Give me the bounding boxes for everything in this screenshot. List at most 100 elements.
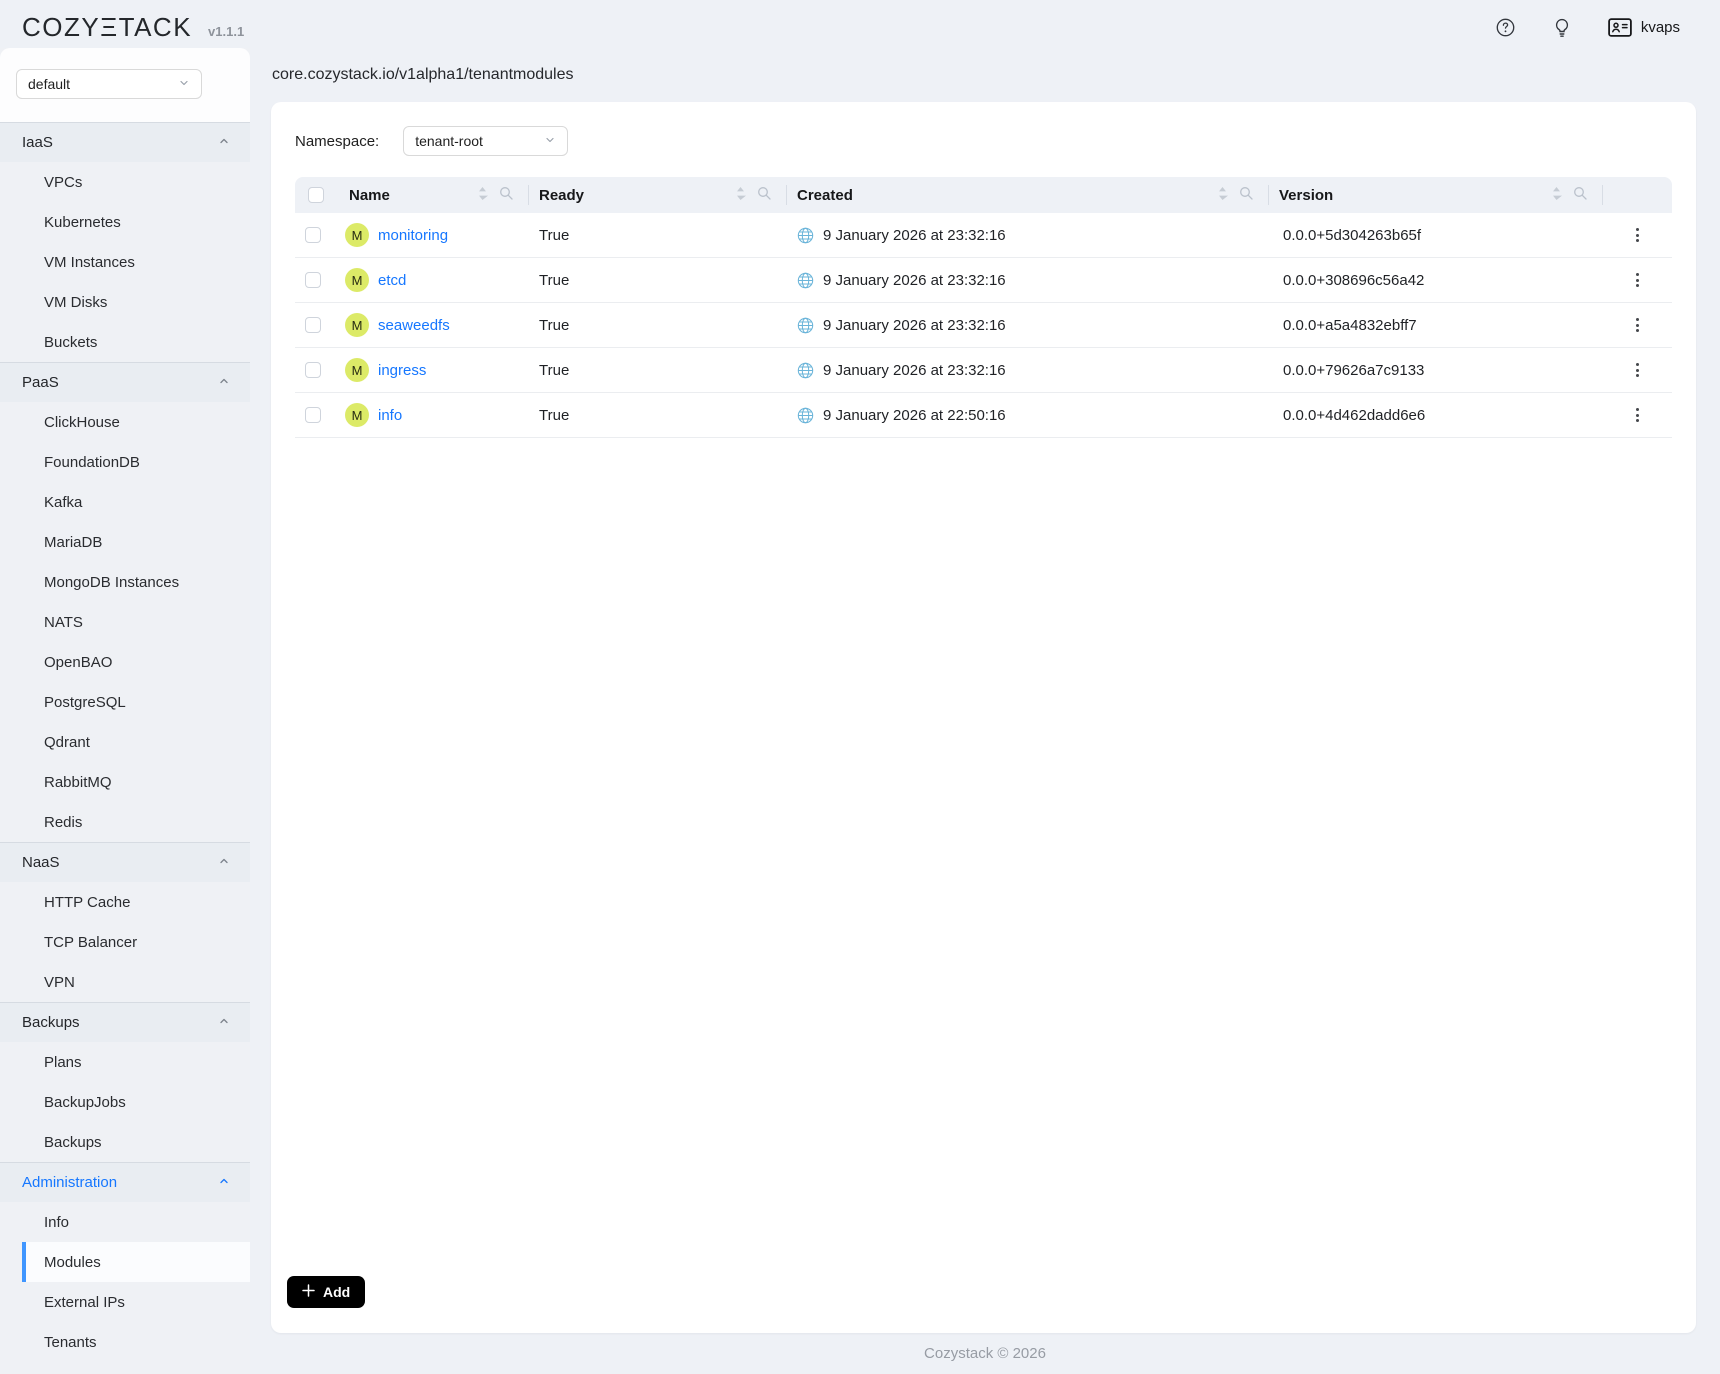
search-icon[interactable] xyxy=(499,186,513,204)
sidebar: default IaaS VPCs Kubernetes VM Instance… xyxy=(0,48,250,1374)
sidebar-item-http-cache[interactable]: HTTP Cache xyxy=(0,882,250,922)
created-value: 9 January 2026 at 23:32:16 xyxy=(823,272,1006,289)
sidebar-section-paas[interactable]: PaaS xyxy=(0,362,250,402)
search-icon[interactable] xyxy=(1239,186,1253,204)
kebab-menu-icon[interactable] xyxy=(1630,268,1645,292)
sidebar-item-vpcs[interactable]: VPCs xyxy=(0,162,250,202)
module-name-link[interactable]: ingress xyxy=(378,362,426,379)
user-menu[interactable]: kvaps xyxy=(1608,18,1680,37)
sidebar-section: IaaS VPCs Kubernetes VM Instances VM Dis… xyxy=(0,122,250,362)
sidebar-item-nats[interactable]: NATS xyxy=(0,602,250,642)
sidebar-item-redis[interactable]: Redis xyxy=(0,802,250,842)
cluster-select-value: default xyxy=(28,76,70,92)
sidebar-item-kubernetes[interactable]: Kubernetes xyxy=(0,202,250,242)
sidebar-item-plans[interactable]: Plans xyxy=(0,1042,250,1082)
column-header-name[interactable]: Name xyxy=(339,177,529,213)
sidebar-item-qdrant[interactable]: Qdrant xyxy=(0,722,250,762)
sidebar-item-postgresql[interactable]: PostgreSQL xyxy=(0,682,250,722)
row-checkbox-cell xyxy=(295,258,339,302)
sidebar-item-external-ips[interactable]: External IPs xyxy=(0,1282,250,1322)
module-name-link[interactable]: seaweedfs xyxy=(378,317,450,334)
row-checkbox[interactable] xyxy=(305,407,321,423)
kebab-menu-icon[interactable] xyxy=(1630,223,1645,247)
row-ready-cell: True xyxy=(529,258,787,302)
sidebar-item-openbao[interactable]: OpenBAO xyxy=(0,642,250,682)
column-header-version[interactable]: Version xyxy=(1269,177,1603,213)
footer: Cozystack © 2026 xyxy=(250,1333,1720,1374)
column-header-ready[interactable]: Ready xyxy=(529,177,787,213)
select-all-checkbox[interactable] xyxy=(308,187,324,203)
chevron-up-icon xyxy=(218,1174,230,1191)
bulb-icon[interactable] xyxy=(1552,17,1572,38)
sidebar-item-buckets[interactable]: Buckets xyxy=(0,322,250,362)
sort-icon[interactable] xyxy=(735,186,746,205)
kebab-menu-icon[interactable] xyxy=(1630,313,1645,337)
sidebar-item-label: BackupJobs xyxy=(44,1094,126,1111)
sidebar-section-label: NaaS xyxy=(22,854,60,871)
sidebar-item-label: Redis xyxy=(44,814,82,831)
sidebar-section-iaas[interactable]: IaaS xyxy=(0,122,250,162)
sort-icon[interactable] xyxy=(1551,186,1562,205)
sidebar-item-tcp-balancer[interactable]: TCP Balancer xyxy=(0,922,250,962)
sidebar-item-vpn[interactable]: VPN xyxy=(0,962,250,1002)
module-name-link[interactable]: monitoring xyxy=(378,227,448,244)
table-row: M ingress True 9 January 2026 at 23:32:1… xyxy=(295,348,1672,393)
sidebar-item-mongodb-instances[interactable]: MongoDB Instances xyxy=(0,562,250,602)
sidebar-item-label: TCP Balancer xyxy=(44,934,137,951)
column-label: Ready xyxy=(539,187,735,204)
row-checkbox[interactable] xyxy=(305,317,321,333)
sidebar-item-label: Backups xyxy=(44,1134,102,1151)
row-checkbox[interactable] xyxy=(305,227,321,243)
sidebar-item-kafka[interactable]: Kafka xyxy=(0,482,250,522)
sidebar-item-label: Kubernetes xyxy=(44,214,121,231)
sort-icon[interactable] xyxy=(477,186,488,205)
search-icon[interactable] xyxy=(1573,186,1587,204)
sidebar-item-label: VPCs xyxy=(44,174,82,191)
table-row: M seaweedfs True 9 January 2026 at 23:32… xyxy=(295,303,1672,348)
column-label: Name xyxy=(349,187,477,204)
row-checkbox-cell xyxy=(295,393,339,437)
sidebar-item-vm-disks[interactable]: VM Disks xyxy=(0,282,250,322)
sidebar-section-backups[interactable]: Backups xyxy=(0,1002,250,1042)
sidebar-item-vm-instances[interactable]: VM Instances xyxy=(0,242,250,282)
help-icon[interactable] xyxy=(1495,17,1516,38)
row-version-cell: 0.0.0+a5a4832ebff7 xyxy=(1269,303,1603,347)
row-actions-cell xyxy=(1603,258,1672,302)
sidebar-item-modules[interactable]: Modules xyxy=(22,1242,250,1282)
chevron-up-icon xyxy=(218,854,230,871)
sidebar-item-foundationdb[interactable]: FoundationDB xyxy=(0,442,250,482)
plus-icon xyxy=(302,1284,315,1300)
sidebar-item-mariadb[interactable]: MariaDB xyxy=(0,522,250,562)
sidebar-item-label: FoundationDB xyxy=(44,454,140,471)
sidebar-item-label: Info xyxy=(44,1214,69,1231)
select-all-cell xyxy=(295,177,339,213)
module-name-link[interactable]: info xyxy=(378,407,402,424)
sidebar-item-label: External IPs xyxy=(44,1294,125,1311)
row-created-cell: 9 January 2026 at 23:32:16 xyxy=(787,303,1269,347)
sort-icon[interactable] xyxy=(1217,186,1228,205)
sidebar-item-tenants[interactable]: Tenants xyxy=(0,1322,250,1362)
chevron-up-icon xyxy=(218,1014,230,1031)
sidebar-section-administration[interactable]: Administration xyxy=(0,1162,250,1202)
column-header-created[interactable]: Created xyxy=(787,177,1269,213)
sidebar-item-info[interactable]: Info xyxy=(0,1202,250,1242)
kebab-menu-icon[interactable] xyxy=(1630,358,1645,382)
sidebar-item-rabbitmq[interactable]: RabbitMQ xyxy=(0,762,250,802)
sidebar-item-backupjobs[interactable]: BackupJobs xyxy=(0,1082,250,1122)
kebab-menu-icon[interactable] xyxy=(1630,403,1645,427)
sidebar-item-backups[interactable]: Backups xyxy=(0,1122,250,1162)
module-badge: M xyxy=(345,403,369,427)
module-name-link[interactable]: etcd xyxy=(378,272,406,289)
sidebar-section-naas[interactable]: NaaS xyxy=(0,842,250,882)
row-checkbox[interactable] xyxy=(305,272,321,288)
cluster-select[interactable]: default xyxy=(16,69,202,99)
row-ready-cell: True xyxy=(529,348,787,392)
add-button[interactable]: Add xyxy=(287,1276,365,1308)
search-icon[interactable] xyxy=(757,186,771,204)
row-checkbox[interactable] xyxy=(305,362,321,378)
sidebar-item-clickhouse[interactable]: ClickHouse xyxy=(0,402,250,442)
table-row: M etcd True 9 January 2026 at 23:32:16 0… xyxy=(295,258,1672,303)
column-label: Created xyxy=(797,187,1217,204)
namespace-select[interactable]: tenant-root xyxy=(403,126,568,156)
sidebar-section-items: HTTP Cache TCP Balancer VPN xyxy=(0,882,250,1002)
